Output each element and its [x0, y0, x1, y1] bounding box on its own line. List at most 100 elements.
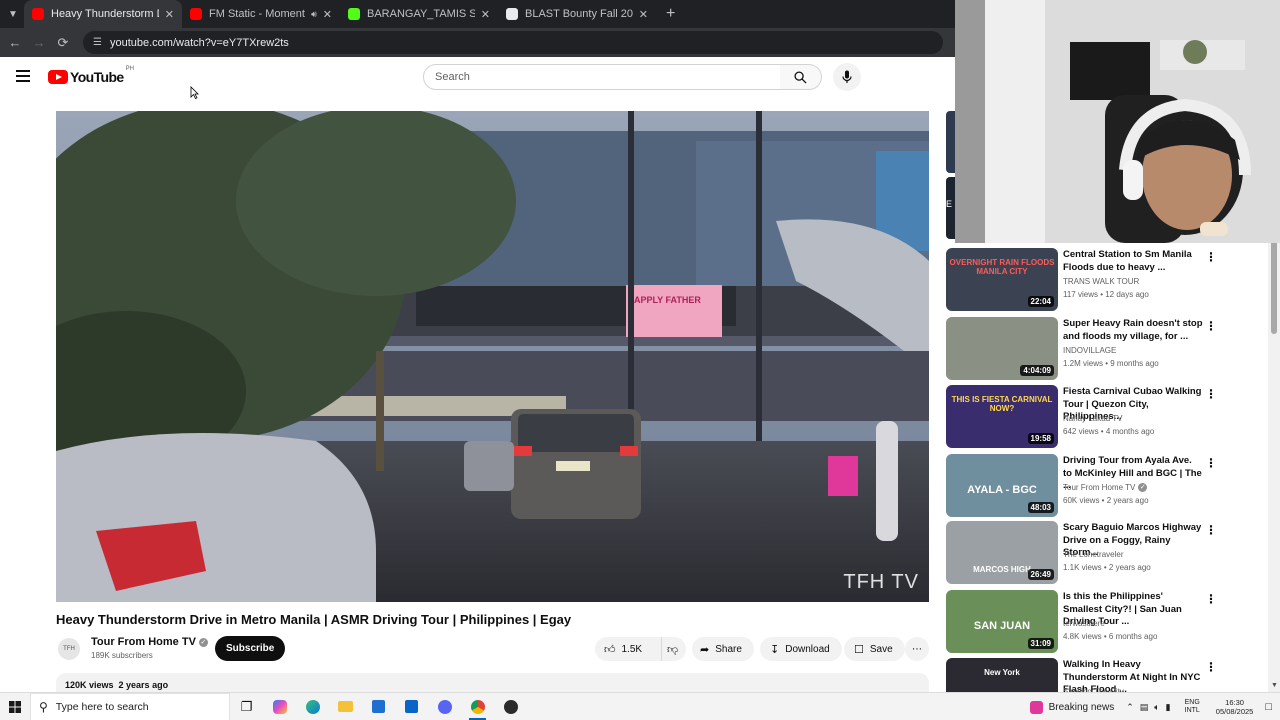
- close-tab-icon[interactable]: ✕: [165, 8, 174, 21]
- clock-time: 16:30: [1225, 698, 1244, 707]
- search-button[interactable]: [780, 64, 822, 90]
- close-tab-icon[interactable]: ✕: [323, 8, 332, 21]
- recommendation-item[interactable]: New York Walking In Heavy Thunderstorm At…: [946, 658, 1272, 692]
- browser-tab[interactable]: BARANGAY_TAMIS Stream - W ✕: [340, 0, 498, 28]
- recommendation-item[interactable]: MARCOS HIGH 26:49 Scary Baguio Marcos High…: [946, 521, 1272, 585]
- recommendation-item[interactable]: 4:04:09 Super Heavy Rain doesn't stop and…: [946, 317, 1272, 381]
- partial-thumb-letter: E: [946, 199, 953, 209]
- store-button[interactable]: [362, 693, 395, 720]
- new-tab-button[interactable]: +: [666, 5, 675, 23]
- outlook-button[interactable]: [395, 693, 428, 720]
- page-scrollbar[interactable]: [1268, 228, 1280, 692]
- video-thumbnail[interactable]: AYALA - BGC 48:03: [946, 454, 1058, 517]
- input-language[interactable]: ENG INTL: [1185, 699, 1200, 715]
- more-vertical-icon[interactable]: ⋮: [1205, 660, 1217, 674]
- copilot-button[interactable]: [263, 693, 296, 720]
- recommendation-channel[interactable]: The Lonetraveler: [1063, 550, 1123, 559]
- subscribe-button[interactable]: Subscribe: [215, 636, 286, 661]
- recommendation-channel[interactable]: terwasthere: [1063, 619, 1105, 628]
- more-vertical-icon[interactable]: ⋮: [1205, 592, 1217, 606]
- video-thumbnail[interactable]: SAN JUAN 31:09: [946, 590, 1058, 653]
- channel-avatar[interactable]: TFH: [58, 638, 80, 660]
- site-info-icon[interactable]: ☰: [93, 37, 102, 48]
- obs-button[interactable]: [494, 693, 527, 720]
- battery-icon[interactable]: ▮: [1166, 702, 1171, 713]
- back-button[interactable]: ←: [3, 35, 27, 50]
- chrome-button[interactable]: [461, 693, 494, 720]
- dislike-button[interactable]: 👎︎: [661, 637, 686, 661]
- browser-tab[interactable]: Heavy Thunderstorm Drive in M ✕: [24, 0, 182, 28]
- subscriber-count: 189K subscribers: [91, 651, 153, 660]
- task-view-button[interactable]: ❐: [230, 693, 263, 720]
- webcam-overlay: [955, 0, 1280, 243]
- recommendation-channel[interactable]: INDOVILLAGE: [1063, 346, 1116, 355]
- notifications-icon[interactable]: □: [1265, 701, 1272, 713]
- youtube-logo[interactable]: YouTube PH: [48, 66, 134, 85]
- news-widget[interactable]: Breaking news: [1029, 700, 1114, 714]
- recommendation-item[interactable]: THIS IS FIESTA CARNIVAL NOW? 19:58 Fiesta …: [946, 385, 1272, 449]
- more-vertical-icon[interactable]: ⋮: [1205, 456, 1217, 470]
- video-thumbnail[interactable]: OVERNIGHT RAIN FLOODS MANILA CITY 22:04: [946, 248, 1058, 311]
- more-actions-button[interactable]: ⋯: [905, 637, 929, 661]
- browser-tab[interactable]: BLAST Bounty Fall 2025: Closed ✕: [498, 0, 656, 28]
- obs-icon: [503, 699, 518, 714]
- download-button[interactable]: ↧ Download: [760, 637, 842, 661]
- scrollbar-thumb[interactable]: [1271, 234, 1277, 334]
- close-tab-icon[interactable]: ✕: [481, 8, 490, 21]
- video-player[interactable]: APPLY FATHER TFH TV: [56, 111, 929, 602]
- thumbnail-text: THIS IS FIESTA CARNIVAL NOW?: [951, 395, 1053, 413]
- tab-audio-icon[interactable]: 🔊︎: [311, 9, 317, 20]
- search-placeholder: Search: [435, 71, 470, 83]
- folder-icon: [338, 701, 353, 712]
- duration-badge: 22:04: [1027, 296, 1054, 307]
- lang-code: ENG: [1184, 699, 1200, 706]
- more-horizontal-icon: ⋯: [912, 643, 922, 655]
- search-input[interactable]: Search: [423, 64, 781, 90]
- video-thumbnail[interactable]: MARCOS HIGH 26:49: [946, 521, 1058, 584]
- recommendation-channel-row: Nanay Lakad TV: [1063, 414, 1122, 423]
- more-vertical-icon[interactable]: ⋮: [1205, 250, 1217, 264]
- network-icon[interactable]: ▤: [1140, 702, 1149, 713]
- like-button[interactable]: 👍︎ 1.5K: [595, 637, 661, 661]
- recommendation-title[interactable]: Central Station to Sm Manila Floods due …: [1063, 249, 1203, 274]
- bookmark-icon: ☐: [854, 643, 864, 656]
- edge-button[interactable]: [296, 693, 329, 720]
- recommendation-channel[interactable]: Nanay Lakad TV: [1063, 414, 1122, 423]
- voice-search-button[interactable]: [833, 63, 861, 91]
- browser-tab[interactable]: FM Static - Moment Of Tru 🔊︎ ✕: [182, 0, 340, 28]
- recommendation-channel-row: The Lonetraveler: [1063, 550, 1123, 559]
- edge-icon: [305, 699, 320, 714]
- address-bar[interactable]: ☰ youtube.com/watch?v=eY7TXrew2ts: [83, 31, 943, 54]
- more-vertical-icon[interactable]: ⋮: [1205, 387, 1217, 401]
- recommendation-item[interactable]: AYALA - BGC 48:03 Driving Tour from Ayala …: [946, 454, 1272, 518]
- video-thumbnail[interactable]: New York: [946, 658, 1058, 692]
- recommendation-channel[interactable]: TRANS WALK TOUR: [1063, 277, 1139, 286]
- channel-name-link[interactable]: Tour From Home TV ✓: [91, 636, 208, 648]
- taskbar-search-box[interactable]: ⚲ Type here to search: [30, 692, 230, 720]
- recommendation-channel[interactable]: Tour From Home TV: [1063, 483, 1135, 492]
- tab-search-button[interactable]: ▼: [2, 4, 24, 24]
- recommendation-title[interactable]: Super Heavy Rain doesn't stop and floods…: [1063, 318, 1203, 343]
- duration-badge: 31:09: [1027, 638, 1054, 649]
- more-vertical-icon[interactable]: ⋮: [1205, 523, 1217, 537]
- scroll-down-arrow-icon[interactable]: ▼: [1271, 682, 1278, 689]
- video-thumbnail[interactable]: 4:04:09: [946, 317, 1058, 380]
- tray-overflow-icon[interactable]: ⌃: [1126, 702, 1134, 713]
- reload-button[interactable]: ⟳: [51, 35, 75, 51]
- recommendation-item[interactable]: SAN JUAN 31:09 Is this the Philippines' Sm…: [946, 590, 1272, 654]
- youtube-icon: [190, 8, 202, 20]
- guide-menu-icon[interactable]: [16, 70, 30, 82]
- more-vertical-icon[interactable]: ⋮: [1205, 319, 1217, 333]
- save-button[interactable]: ☐ Save: [844, 637, 905, 661]
- outlook-icon: [405, 700, 418, 713]
- discord-button[interactable]: [428, 693, 461, 720]
- close-tab-icon[interactable]: ✕: [639, 8, 648, 21]
- video-thumbnail[interactable]: THIS IS FIESTA CARNIVAL NOW? 19:58: [946, 385, 1058, 448]
- start-button[interactable]: [0, 693, 30, 720]
- recommendation-item[interactable]: OVERNIGHT RAIN FLOODS MANILA CITY 22:04 Ce…: [946, 248, 1272, 312]
- file-explorer-button[interactable]: [329, 693, 362, 720]
- volume-icon[interactable]: 🔈︎: [1154, 702, 1159, 713]
- share-button[interactable]: ➦ Share: [692, 637, 754, 661]
- clock[interactable]: 16:30 05/08/2025: [1216, 698, 1254, 716]
- forward-button[interactable]: →: [27, 35, 51, 50]
